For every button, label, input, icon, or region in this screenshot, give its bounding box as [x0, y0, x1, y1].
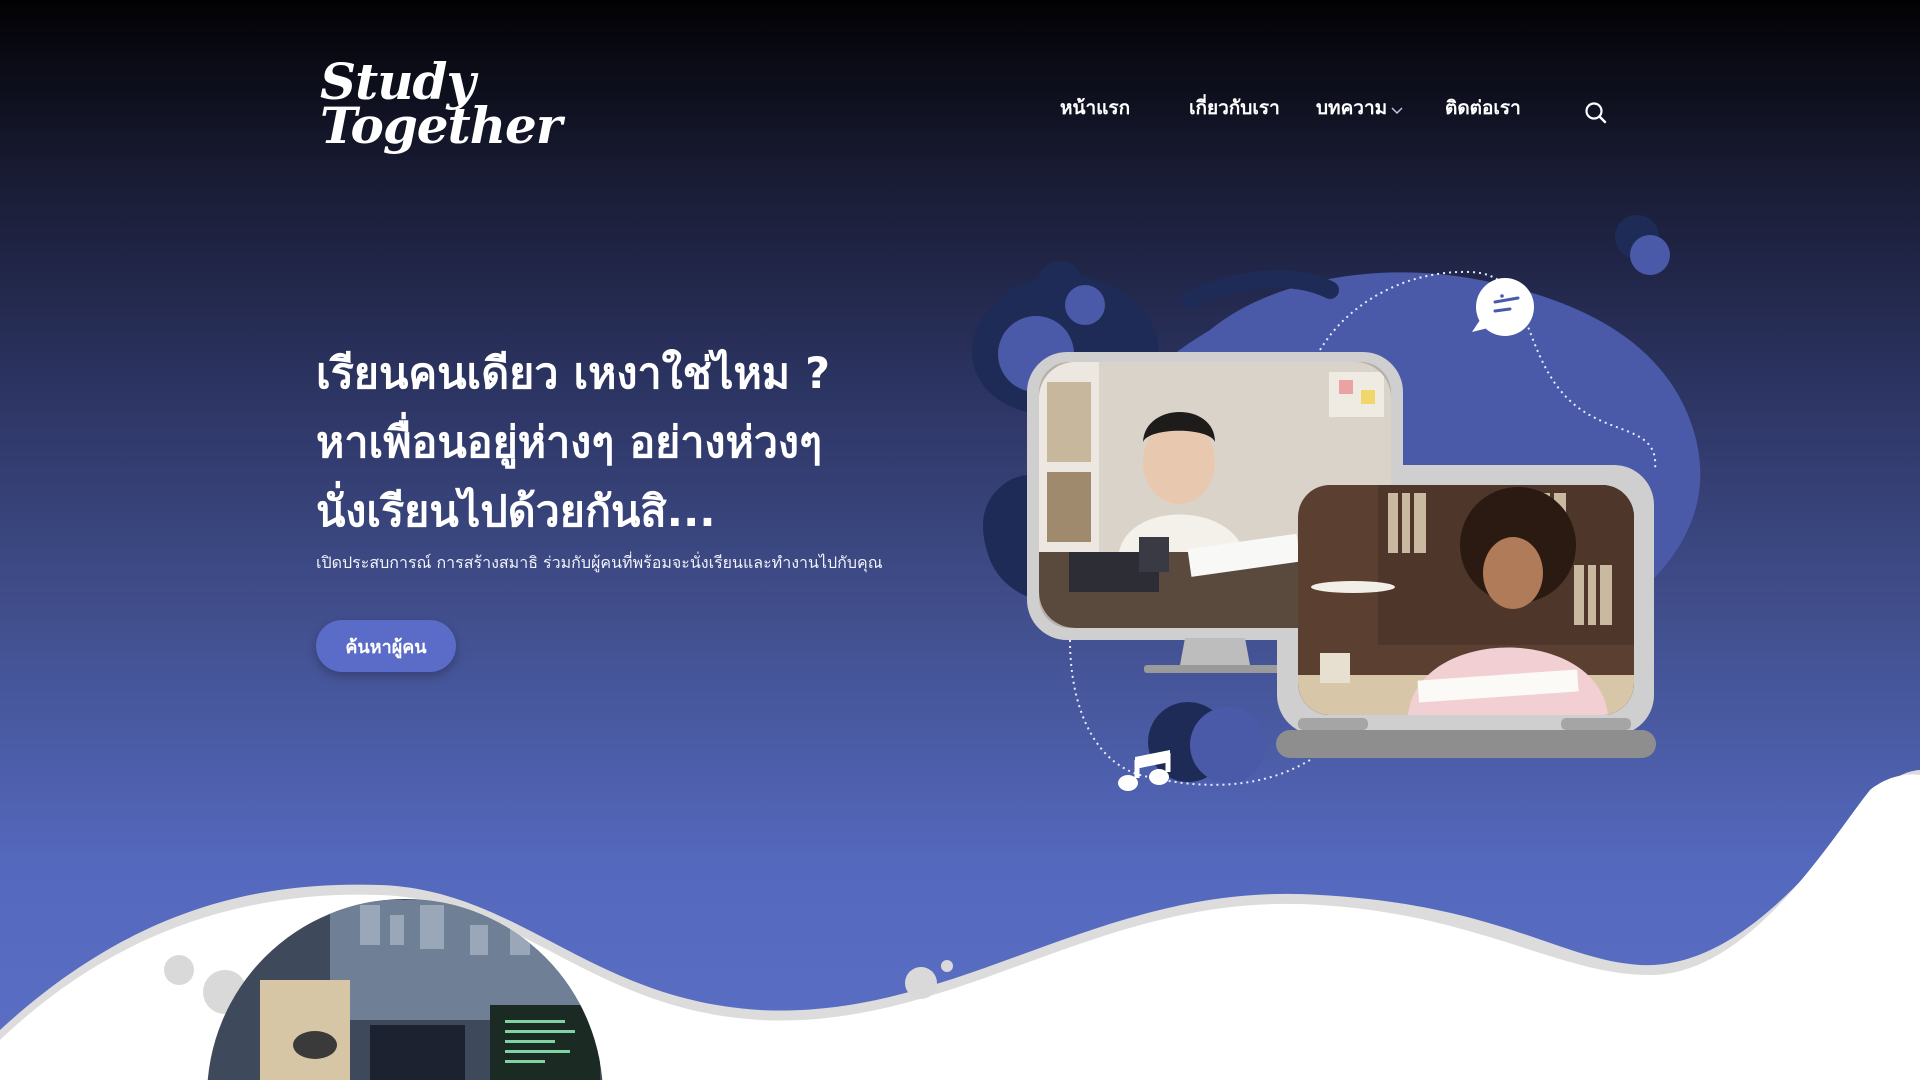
study-photo-woman	[1298, 485, 1634, 715]
music-note-icon	[1118, 750, 1171, 791]
